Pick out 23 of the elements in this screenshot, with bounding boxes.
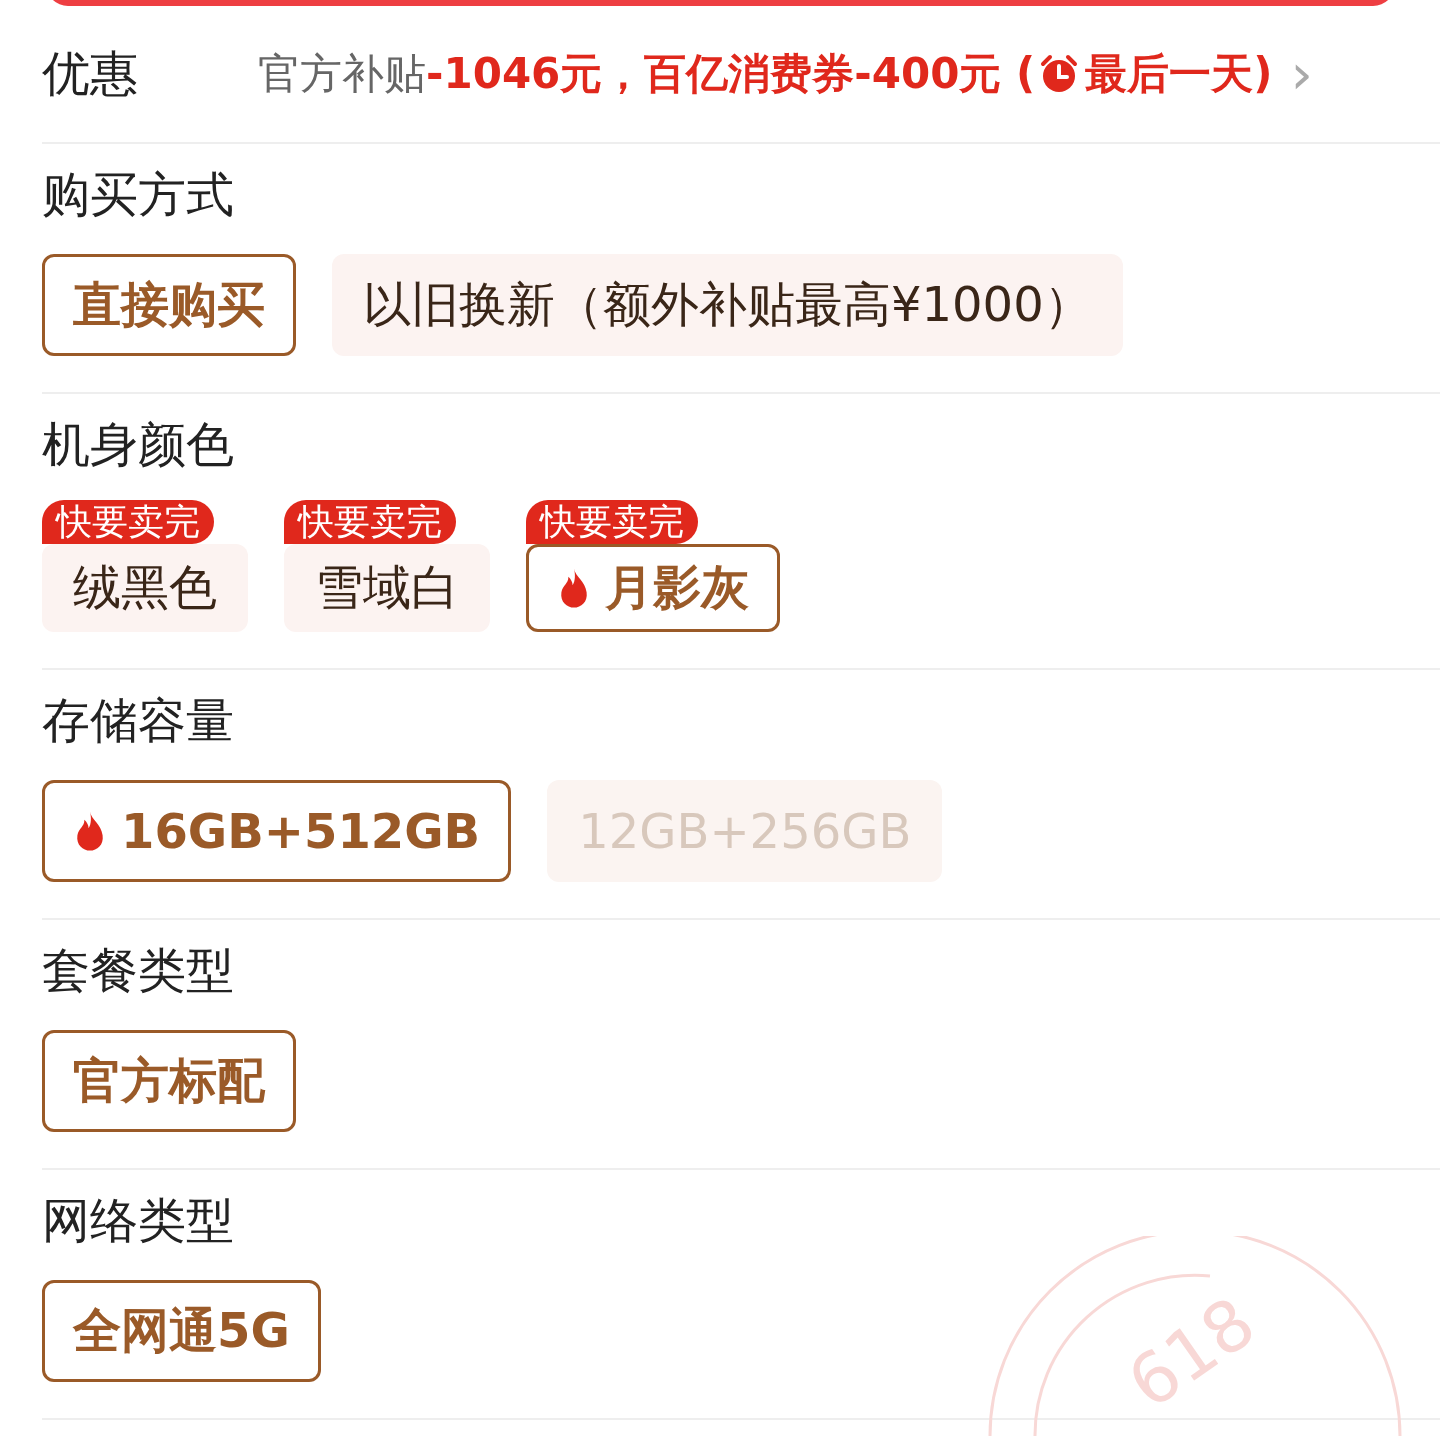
stock-badge: 快要卖完 bbox=[526, 500, 698, 544]
coupon-text: -1046元，百亿消费券-400元 ( bbox=[426, 48, 1036, 100]
section-title: 网络类型 bbox=[42, 1191, 235, 1250]
option-chip[interactable]: 以旧换新（额外补贴最高¥1000） bbox=[332, 254, 1123, 356]
option-chip[interactable]: 雪域白 bbox=[284, 544, 490, 632]
alarm-clock-icon bbox=[1039, 54, 1080, 94]
promo-label: 优惠 bbox=[42, 44, 139, 103]
option-chip[interactable]: 官方标配 bbox=[42, 1030, 296, 1132]
section-title: 套餐类型 bbox=[42, 941, 235, 1000]
section-title: 机身颜色 bbox=[42, 415, 235, 474]
section-title: 存储容量 bbox=[42, 691, 235, 750]
chevron-icon: › bbox=[1290, 46, 1313, 102]
deadline-text: 最后一天) bbox=[1085, 48, 1273, 100]
subsidy-text: 官方补贴 bbox=[258, 48, 426, 100]
option-chip[interactable]: 全网通5G bbox=[42, 1280, 321, 1382]
option-chip[interactable]: 绒黑色 bbox=[42, 544, 248, 632]
promo-link[interactable]: 官方补贴-1046元，百亿消费券-400元 ( 最后一天) › bbox=[258, 46, 1313, 102]
option-chip[interactable]: 月影灰 bbox=[526, 544, 780, 632]
stock-badge: 快要卖完 bbox=[42, 500, 214, 544]
section-title: 购买方式 bbox=[42, 165, 235, 224]
option-chip[interactable]: 直接购买 bbox=[42, 254, 296, 356]
stock-badge: 快要卖完 bbox=[284, 500, 456, 544]
option-chip[interactable]: 16GB+512GB bbox=[42, 780, 512, 882]
